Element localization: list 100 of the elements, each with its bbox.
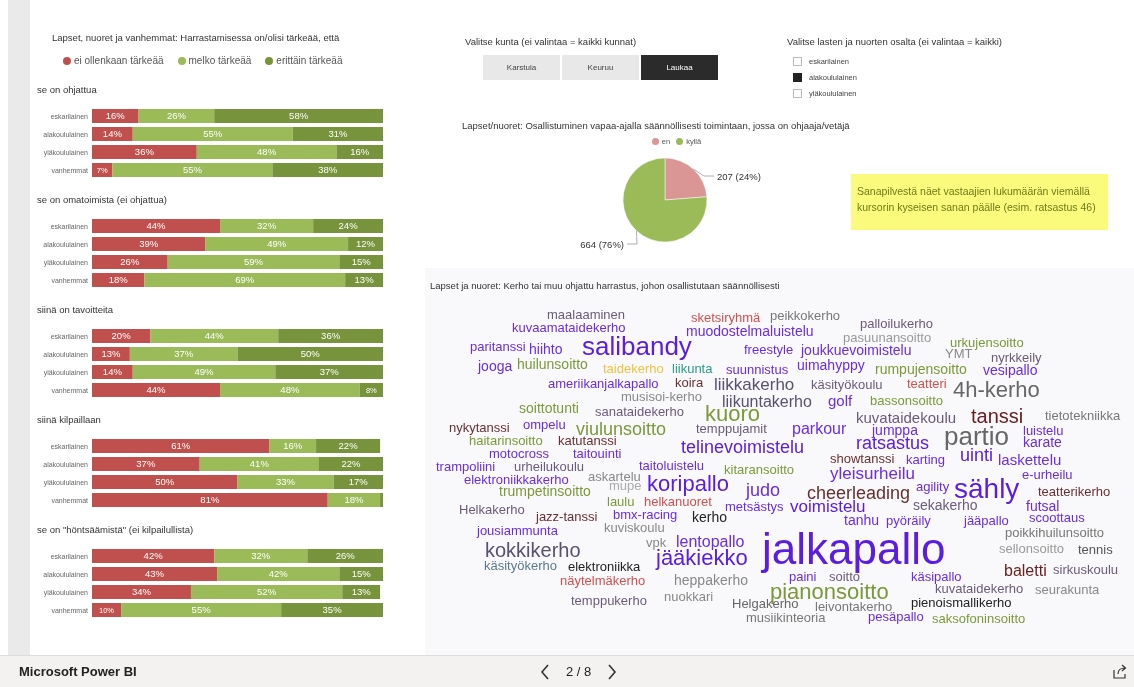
cloud-word[interactable]: urheilukoulu (514, 461, 585, 473)
cloud-word[interactable]: paritanssi (470, 341, 526, 353)
cloud-word[interactable]: kuviskoulu (604, 522, 665, 534)
cloud-word[interactable]: jalkapallo (762, 527, 946, 571)
cloud-word[interactable]: askartelu (588, 471, 641, 483)
cloud-word[interactable]: heppakerho (674, 575, 748, 587)
cloud-word[interactable]: muodostelmaluistelu (686, 326, 814, 338)
cloud-word[interactable]: jousiammunta (477, 525, 558, 537)
cloud-word[interactable]: elektroniikkakerho (464, 474, 569, 486)
cloud-word[interactable]: sirkuskoulu (1053, 564, 1119, 576)
cloud-word[interactable]: käsityökerho (484, 560, 557, 572)
cloud-word[interactable]: taitoluistelu (639, 460, 705, 472)
cloud-word[interactable]: pesäpallo (868, 611, 924, 623)
cloud-word[interactable]: lentopallo (676, 535, 745, 549)
cloud-word[interactable]: kerho (692, 512, 728, 524)
cloud-word[interactable]: musisoi-kerho (621, 391, 702, 403)
cloud-word[interactable]: teatterikerho (1038, 486, 1111, 498)
cloud-word[interactable]: showtanssi (830, 453, 895, 465)
cloud-word[interactable]: liikunta (672, 363, 713, 375)
cloud-word[interactable]: suunnistus (726, 364, 789, 376)
cloud-word[interactable]: pienoismallikerho (911, 597, 1012, 609)
cloud-word[interactable]: jääpallo (964, 515, 1009, 527)
cloud-word[interactable]: taitouinti (573, 448, 622, 460)
cloud-word[interactable]: nuokkari (664, 591, 714, 603)
cloud-word[interactable]: sketsiryhmä (691, 312, 761, 324)
cloud-word[interactable]: seurakunta (1035, 584, 1100, 596)
cloud-word[interactable]: jumppa (872, 425, 918, 437)
share-icon[interactable] (1112, 664, 1128, 680)
cloud-word[interactable]: kuvaamataidekerho (512, 322, 626, 334)
cloud-word[interactable]: temppukerho (571, 595, 647, 607)
checkbox[interactable] (793, 57, 802, 66)
cloud-word[interactable]: teatteri (907, 378, 947, 390)
chart-title: se on omatoimista (ei ohjattua) (37, 193, 168, 207)
cloud-word[interactable]: käsipallo (911, 571, 962, 583)
cloud-word[interactable]: jooga (478, 361, 513, 373)
cloud-word[interactable]: pyöräily (886, 515, 931, 527)
cloud-word[interactable]: futsal (1026, 501, 1060, 513)
cloud-word[interactable]: sanataidekerho (595, 406, 684, 418)
cloud-word[interactable]: elektroniikka (568, 561, 641, 573)
cloud-word[interactable]: palloilukerho (860, 318, 933, 330)
cloud-word[interactable]: tietotekniikka (1045, 410, 1121, 422)
cloud-word[interactable]: trampoliini (436, 461, 496, 473)
cloud-word[interactable]: vpk (646, 537, 667, 549)
cloud-word[interactable]: metsästys (725, 501, 784, 513)
cloud-word[interactable]: poikkihuilunsoitto (1005, 527, 1104, 539)
municipality-button[interactable]: Karstula (483, 55, 560, 80)
cloud-word[interactable]: tanhu (844, 515, 880, 527)
cloud-word[interactable]: koira (675, 377, 704, 389)
cloud-word[interactable]: 4h-kerho (953, 381, 1040, 399)
cloud-word[interactable]: helkanuoret (644, 496, 712, 508)
cloud-word[interactable]: kokkikerho (485, 542, 581, 558)
cloud-word[interactable]: paini (789, 571, 817, 583)
cloud-word[interactable]: yleisurheilu (830, 467, 916, 481)
cloud-word[interactable]: telinevoimistelu (681, 439, 805, 455)
cloud-word[interactable]: soitto (829, 571, 861, 583)
cloud-word[interactable]: motocross (489, 448, 549, 460)
cloud-word[interactable]: leivontakerho (815, 601, 893, 613)
cloud-word[interactable]: maalaaminen (547, 309, 626, 321)
cloud-word[interactable]: hiihto (529, 344, 563, 356)
cloud-word[interactable]: cheerleading (807, 485, 911, 501)
cloud-word[interactable]: karting (906, 454, 946, 466)
cloud-word[interactable]: nyrkkeily (991, 352, 1042, 364)
cloud-word[interactable]: baletti (1004, 564, 1047, 578)
cloud-word[interactable]: uinti (960, 447, 994, 463)
cloud-word[interactable]: bmx-racing (613, 509, 678, 521)
cloud-word[interactable]: e-urheilu (1022, 469, 1073, 481)
cloud-word[interactable]: temppujamit (696, 423, 767, 435)
cloud-word[interactable]: ompelu (523, 419, 566, 431)
cloud-word[interactable]: näytelmäkerho (560, 575, 646, 587)
municipality-button[interactable]: Laukaa (641, 55, 718, 80)
cloud-word[interactable]: vesipallo (983, 365, 1038, 377)
cloud-word[interactable]: jazz-tanssi (536, 511, 598, 523)
checkbox[interactable] (793, 89, 802, 98)
cloud-word[interactable]: freestyle (744, 344, 794, 356)
municipality-button[interactable]: Keuruu (562, 55, 639, 80)
cloud-word[interactable]: kuvataidekerho (935, 583, 1024, 595)
chevron-right-icon[interactable] (607, 663, 618, 680)
cloud-word[interactable]: kuvataidekoulu (856, 412, 957, 424)
cloud-word[interactable]: judo (746, 482, 781, 498)
cloud-word[interactable]: uimahyppy (797, 360, 865, 372)
cloud-word[interactable]: YMT (945, 348, 973, 360)
cloud-word[interactable]: nykytanssi (449, 422, 510, 434)
cloud-word[interactable]: agility (916, 481, 950, 493)
cloud-word[interactable]: musiikinteoria (746, 612, 826, 624)
cloud-word[interactable]: katutanssi (558, 435, 617, 447)
cloud-word[interactable]: luistelu (1023, 425, 1064, 437)
cloud-word[interactable]: ameriikanjalkapallo (548, 378, 659, 390)
chevron-left-icon[interactable] (540, 663, 550, 680)
checkbox[interactable] (793, 73, 802, 82)
cloud-word[interactable]: tennis (1078, 544, 1113, 556)
cloud-word[interactable]: tanssi (971, 408, 1024, 424)
cloud-word[interactable]: parkour (792, 422, 847, 436)
cloud-word[interactable]: käsityökoulu (811, 379, 883, 391)
cloud-word[interactable]: liikkakerho (714, 378, 795, 392)
cloud-word[interactable]: karate (1023, 437, 1062, 449)
cloud-word[interactable]: Helkakerho (459, 504, 525, 516)
cloud-word[interactable]: scoottaus (1029, 512, 1085, 524)
cloud-word[interactable]: peikkokerho (770, 310, 841, 322)
cloud-word[interactable]: laskettelu (998, 454, 1062, 466)
cloud-word[interactable]: golf (828, 395, 853, 407)
